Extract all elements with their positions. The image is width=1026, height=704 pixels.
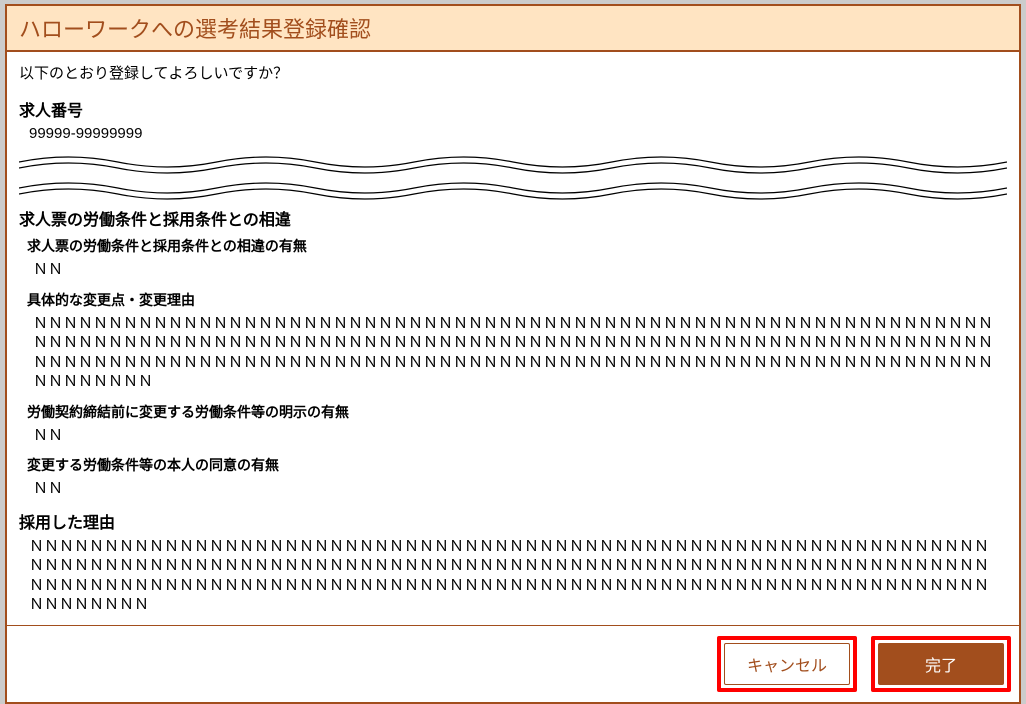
job-number-value: 99999-99999999 xyxy=(19,125,1007,142)
detail-label: 具体的な変更点・変更理由 xyxy=(19,290,1007,310)
consent-value: ＮＮ xyxy=(19,479,1007,499)
prompt-text: 以下のとおり登録してよろしいですか？ xyxy=(19,62,1007,83)
omission-indicator xyxy=(19,150,1007,206)
diff-heading: 求人票の労働条件と採用条件との相違 xyxy=(19,206,1007,230)
highlight-complete: 完了 xyxy=(871,636,1011,692)
button-bar: キャンセル 完了 xyxy=(7,625,1019,702)
confirmation-dialog: ハローワークへの選考結果登録確認 以下のとおり登録してよろしいですか？ 求人番号… xyxy=(5,4,1021,704)
consent-label: 変更する労働条件等の本人の同意の有無 xyxy=(19,455,1007,475)
disclosure-value: ＮＮ xyxy=(19,426,1007,446)
has-diff-label: 求人票の労働条件と採用条件との相違の有無 xyxy=(19,236,1007,256)
reason-value: ＮＮＮＮＮＮＮＮＮＮＮＮＮＮＮＮＮＮＮＮＮＮＮＮＮＮＮＮＮＮＮＮＮＮＮＮＮＮＮＮ… xyxy=(19,537,1007,615)
job-number-heading: 求人番号 xyxy=(19,97,1007,121)
detail-value: ＮＮＮＮＮＮＮＮＮＮＮＮＮＮＮＮＮＮＮＮＮＮＮＮＮＮＮＮＮＮＮＮＮＮＮＮＮＮＮＮ… xyxy=(19,314,1007,392)
complete-button[interactable]: 完了 xyxy=(878,643,1004,685)
dialog-body: 以下のとおり登録してよろしいですか？ 求人番号 99999-99999999 求… xyxy=(7,52,1019,615)
dialog-title: ハローワークへの選考結果登録確認 xyxy=(7,6,1019,52)
has-diff-value: ＮＮ xyxy=(19,260,1007,280)
highlight-cancel: キャンセル xyxy=(717,636,857,692)
disclosure-label: 労働契約締結前に変更する労働条件等の明示の有無 xyxy=(19,402,1007,422)
cancel-button[interactable]: キャンセル xyxy=(724,643,850,685)
reason-heading: 採用した理由 xyxy=(19,509,1007,533)
